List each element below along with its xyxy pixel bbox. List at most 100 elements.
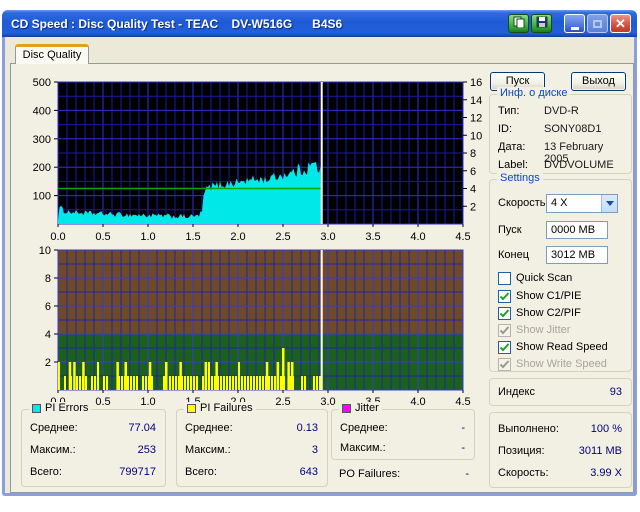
max-label: Максим.: [30, 444, 76, 456]
maximize-icon [593, 19, 602, 28]
svg-text:8: 8 [470, 148, 476, 160]
copy-button[interactable] [508, 14, 529, 33]
app-window: CD Speed : Disc Quality Test - TEAC DV-W… [2, 10, 637, 496]
done-label: Выполнено: [498, 423, 559, 435]
checkbox-show-jitter[interactable]: Show Jitter [498, 323, 570, 337]
jitter-legend: Jitter [355, 402, 379, 414]
svg-text:8: 8 [45, 273, 51, 285]
desktop: CD Speed : Disc Quality Test - TEAC DV-W… [0, 0, 640, 512]
speed-label: Скорость [498, 197, 546, 209]
copy-icon [513, 15, 525, 33]
settings-legend: Settings [497, 172, 543, 184]
svg-text:4.5: 4.5 [455, 396, 470, 408]
svg-text:1.0: 1.0 [140, 396, 155, 408]
checkbox-box[interactable] [498, 357, 511, 371]
svg-text:6: 6 [470, 166, 476, 178]
end-position-input[interactable] [546, 246, 608, 264]
checkbox-show-write-speed[interactable]: Show Write Speed [498, 357, 607, 371]
max-label: Максим.: [340, 442, 386, 454]
titlebar-buttons: ✕ [508, 14, 637, 33]
save-button[interactable] [531, 14, 552, 33]
maximize-button[interactable] [587, 14, 608, 33]
save-icon [536, 15, 548, 33]
index-value: 93 [609, 386, 622, 398]
svg-text:0.5: 0.5 [95, 396, 110, 408]
checkbox-show-c2-pif[interactable]: Show C2/PIF [498, 306, 581, 320]
checkbox-box[interactable] [498, 323, 511, 337]
checkbox-label: Show Write Speed [516, 358, 607, 370]
total-label: Всего: [185, 466, 217, 478]
speed-value: 4 X [551, 197, 568, 209]
titlebar[interactable]: CD Speed : Disc Quality Test - TEAC DV-W… [2, 10, 637, 37]
svg-text:14: 14 [470, 95, 482, 107]
checkbox-label: Quick Scan [516, 272, 573, 284]
start-position-input[interactable] [546, 221, 608, 239]
checkbox-box[interactable] [498, 289, 511, 303]
chevron-down-icon [605, 201, 614, 206]
svg-text:2.5: 2.5 [275, 396, 290, 408]
jitter-group: Jitter Среднее: - Максим.: - [331, 402, 475, 460]
svg-text:4: 4 [470, 184, 476, 196]
checkbox-box[interactable] [498, 340, 511, 354]
end-pos-label: Конец [498, 249, 530, 261]
disc-label-value: DVDVOLUME [544, 159, 614, 171]
svg-text:3.0: 3.0 [320, 396, 335, 408]
svg-text:2: 2 [470, 201, 476, 213]
speed-select[interactable]: 4 X [546, 194, 618, 213]
disc-info-legend: Инф. о диске [497, 87, 571, 99]
checkbox-show-read-speed[interactable]: Show Read Speed [498, 340, 608, 354]
po-failures-row: PO Failures: - [339, 468, 469, 480]
pi-errors-chart: 5004003002001001614121086420.0 0.5 1.0 1.5 2… [33, 77, 483, 243]
start-pos-label: Пуск [498, 224, 522, 236]
checkbox-label: Show Read Speed [516, 341, 608, 353]
position-label: Позиция: [498, 445, 545, 457]
checkbox-label: Show C2/PIF [516, 307, 581, 319]
pi-failures-group: PI Failures Среднее: 0.13 Максим.: 3 Всего… [176, 402, 328, 487]
svg-text:10: 10 [39, 245, 51, 257]
disc-date-label: Дата: [498, 141, 526, 153]
index-group: Индекс 93 [489, 378, 632, 406]
jitter-maximum: - [461, 442, 465, 454]
tab-disc-quality[interactable]: Disc Quality [15, 44, 89, 64]
max-label: Максим.: [185, 444, 231, 456]
avg-label: Среднее: [30, 422, 78, 434]
checkbox-box[interactable] [498, 271, 511, 285]
svg-text:200: 200 [33, 162, 51, 174]
svg-text:4.0: 4.0 [410, 396, 425, 408]
minimize-button[interactable] [564, 14, 585, 33]
pi-errors-color-swatch [32, 403, 41, 413]
total-label: Всего: [30, 466, 62, 478]
progress-group: Выполнено: 100 % Позиция: 3011 MB Скорость… [489, 412, 632, 488]
jitter-average: - [461, 422, 465, 434]
avg-label: Среднее: [185, 422, 233, 434]
svg-text:10: 10 [470, 130, 482, 142]
svg-text:4: 4 [45, 329, 51, 341]
speed-status-label: Скорость: [498, 467, 549, 479]
pi-errors-total: 799717 [119, 466, 156, 478]
index-label: Индекс [498, 386, 535, 398]
client-area: Disc Quality 500 400 300 200 100 16 14 12 10 8 6 4 2… [5, 37, 634, 493]
checkbox-show-c1-pie[interactable]: Show C1/PIE [498, 289, 581, 303]
checkbox-box[interactable] [498, 306, 511, 320]
svg-text:500: 500 [33, 77, 51, 89]
pi-errors-maximum: 253 [137, 444, 156, 456]
svg-text:300: 300 [33, 134, 51, 146]
disc-type-value: DVD-R [544, 105, 579, 117]
avg-label: Среднее: [340, 422, 388, 434]
exit-button[interactable]: Выход [571, 72, 626, 91]
combo-dropdown-button[interactable] [601, 195, 617, 212]
position-value: 3011 MB [578, 445, 622, 457]
po-failures-value: - [465, 468, 469, 480]
pi-failures-chart: 1086420.00.51.01.52.02.53.03.54.04.5 [39, 245, 471, 408]
jitter-color-swatch [342, 403, 351, 413]
pi-errors-group: PI Errors Среднее: 77.04 Максим.: 253 Всег… [21, 402, 166, 487]
speed-status-value: 3.99 X [590, 467, 622, 479]
close-button[interactable]: ✕ [610, 14, 631, 33]
pi-failures-color-swatch [187, 403, 196, 413]
checkbox-quick-scan[interactable]: Quick Scan [498, 271, 572, 285]
disc-type-label: Тип: [498, 105, 520, 117]
done-value: 100 % [590, 423, 622, 435]
disc-info-group: Инф. о диске Тип: DVD-R ID: SONY08D1 Дата:… [489, 87, 632, 174]
minimize-icon [570, 26, 579, 30]
pi-failures-legend: PI Failures [200, 402, 253, 414]
